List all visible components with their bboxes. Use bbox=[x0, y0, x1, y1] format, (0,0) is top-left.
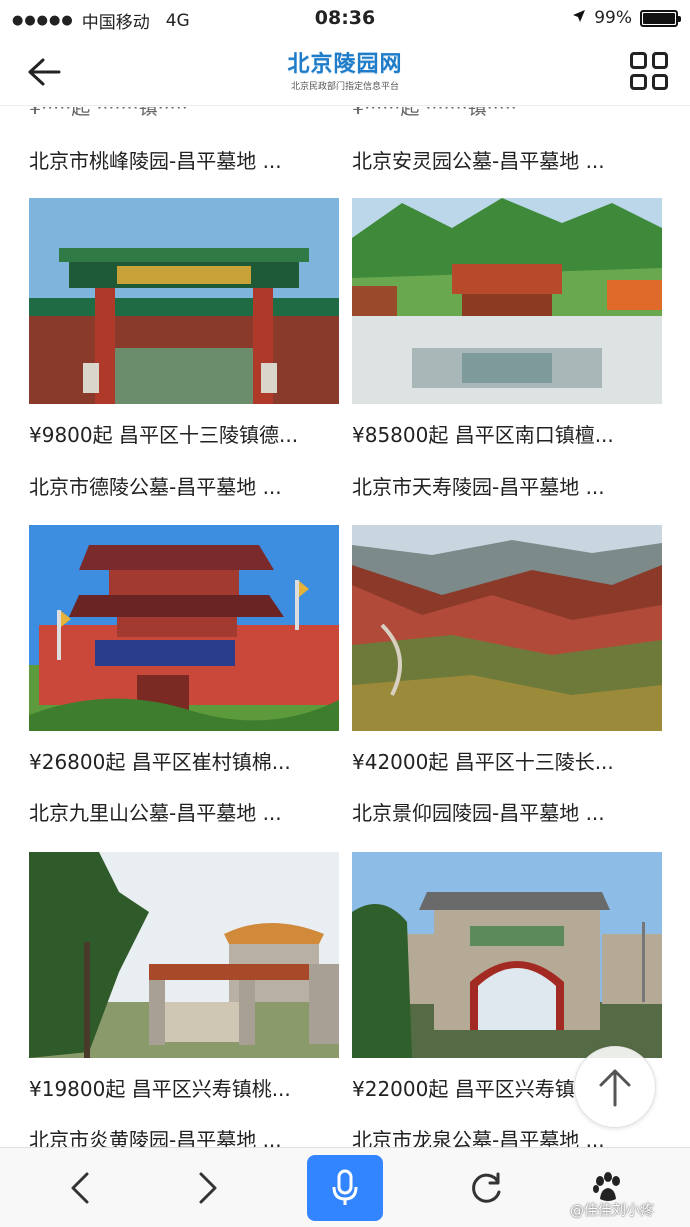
listing-image-red-tower[interactable] bbox=[29, 525, 339, 731]
nav-header: 北京陵园网 北京民政部门指定信息平台 bbox=[0, 36, 690, 106]
listing-price[interactable]: ¥85800起 昌平区南口镇檀... bbox=[352, 419, 662, 448]
arrow-up-icon bbox=[599, 1069, 631, 1107]
refresh-button[interactable] bbox=[456, 1158, 516, 1218]
listing-image-gate-pavilion[interactable] bbox=[29, 198, 339, 404]
prev-page-button[interactable] bbox=[50, 1158, 110, 1218]
cut-price-right: ¥······起 ·······镇····· bbox=[352, 107, 517, 119]
grid-menu-icon bbox=[630, 52, 647, 69]
grid-menu-icon-cell bbox=[630, 73, 647, 90]
listing-name[interactable]: 北京九里山公墓-昌平墓地 ... bbox=[29, 797, 339, 826]
battery-percent: 99% bbox=[594, 8, 632, 28]
listing-name-top-left[interactable]: 北京市桃峰陵园-昌平墓地 ... bbox=[29, 145, 339, 174]
location-arrow-icon bbox=[572, 8, 586, 28]
status-right: 99% bbox=[572, 8, 681, 28]
voice-search-button[interactable] bbox=[307, 1155, 383, 1221]
cut-off-price-row: ¥·····起 ·······镇····· ¥······起 ·······镇·… bbox=[0, 107, 690, 119]
status-bar: ●●●●● 中国移动 4G 08:36 99% bbox=[0, 0, 690, 36]
grid-menu-icon-cell bbox=[651, 52, 668, 69]
listing-name-top-right[interactable]: 北京安灵园公墓-昌平墓地 ... bbox=[352, 145, 662, 174]
listing-name[interactable]: 北京景仰园陵园-昌平墓地 ... bbox=[352, 797, 662, 826]
back-to-top-button[interactable] bbox=[574, 1046, 656, 1128]
chevron-left-icon bbox=[71, 1172, 89, 1204]
listing-image-autumn-hills[interactable] bbox=[352, 525, 662, 731]
listing-name[interactable]: 北京市天寿陵园-昌平墓地 ... bbox=[352, 471, 662, 500]
listing-feed[interactable]: ¥·····起 ·······镇····· ¥······起 ·······镇·… bbox=[0, 107, 690, 1147]
chevron-right-icon bbox=[199, 1172, 217, 1204]
listing-image-mountain-temple[interactable] bbox=[352, 198, 662, 404]
bottom-toolbar: @佳佳刘小疼 bbox=[0, 1147, 690, 1227]
listing-price[interactable]: ¥26800起 昌平区崔村镇棉... bbox=[29, 746, 339, 775]
listing-name[interactable]: 北京市炎黄陵园-昌平墓地 ... bbox=[29, 1124, 339, 1147]
brand-logo: 北京陵园网 北京民政部门指定信息平台 bbox=[0, 46, 690, 92]
cut-price-left: ¥·····起 ·······镇····· bbox=[29, 107, 188, 119]
grid-menu-button[interactable] bbox=[630, 52, 668, 90]
next-page-button[interactable] bbox=[178, 1158, 238, 1218]
battery-icon bbox=[640, 9, 681, 27]
microphone-icon bbox=[332, 1169, 358, 1205]
brand-subtitle: 北京民政部门指定信息平台 bbox=[290, 82, 399, 92]
watermark-text: @佳佳刘小疼 bbox=[570, 1203, 654, 1219]
listing-price[interactable]: ¥42000起 昌平区十三陵长... bbox=[352, 746, 662, 775]
listing-name[interactable]: 北京市德陵公墓-昌平墓地 ... bbox=[29, 471, 339, 500]
refresh-icon bbox=[472, 1172, 501, 1203]
listing-price[interactable]: ¥19800起 昌平区兴寿镇桃... bbox=[29, 1073, 339, 1102]
grid-menu-icon-cell bbox=[651, 73, 668, 90]
listing-image-stone-gate[interactable] bbox=[29, 852, 339, 1058]
battery-fill bbox=[643, 12, 675, 24]
listing-image-arch-gate[interactable] bbox=[352, 852, 662, 1058]
brand-title: 北京陵园网 bbox=[287, 52, 403, 77]
listing-price[interactable]: ¥9800起 昌平区十三陵镇德... bbox=[29, 419, 339, 448]
